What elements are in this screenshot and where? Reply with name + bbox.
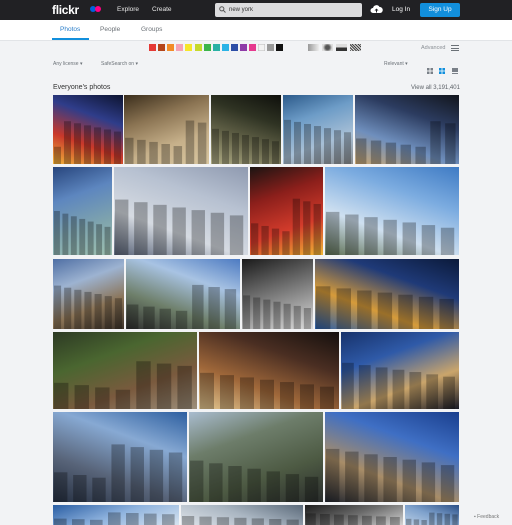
safesearch-dropdown[interactable]: SafeSearch on ▾ <box>101 61 138 67</box>
view-all-link[interactable]: View all 3,191,401 <box>411 85 460 91</box>
upload-cloud-icon[interactable] <box>370 4 383 15</box>
color-swatch[interactable] <box>176 44 184 51</box>
photo-thumbnail[interactable] <box>53 332 197 409</box>
photo-thumbnail[interactable] <box>181 505 303 525</box>
justified-view-icon[interactable] <box>439 61 445 74</box>
photo-thumbnail[interactable] <box>211 95 281 164</box>
color-swatch[interactable] <box>276 44 284 51</box>
color-swatch[interactable] <box>212 44 220 51</box>
photo-thumbnail[interactable] <box>199 332 339 409</box>
gradient-icon[interactable] <box>308 44 319 51</box>
color-swatch[interactable] <box>240 44 247 51</box>
photo-thumbnail[interactable] <box>53 412 187 502</box>
login-link[interactable]: Log In <box>392 6 410 13</box>
nav-explore[interactable]: Explore <box>117 6 139 13</box>
license-dropdown[interactable]: Any license ▾ <box>53 61 82 67</box>
feedback-button[interactable]: ▪ Feedback <box>474 514 499 520</box>
chevron-down-icon: ▾ <box>79 61 83 67</box>
photo-thumbnail[interactable] <box>355 95 459 164</box>
photo-thumbnail[interactable] <box>325 167 459 255</box>
color-swatch[interactable] <box>194 44 202 51</box>
minimalist-icon[interactable] <box>336 44 347 51</box>
photo-thumbnail[interactable] <box>124 95 209 164</box>
flickr-dots-icon[interactable] <box>90 5 102 14</box>
photo-thumbnail[interactable] <box>126 259 240 329</box>
search-input[interactable] <box>229 4 357 16</box>
search-icon <box>219 6 226 13</box>
feedback-label: Feedback <box>477 514 500 520</box>
menu-icon[interactable] <box>451 45 459 53</box>
photo-thumbnail[interactable] <box>405 505 459 525</box>
photo-thumbnail[interactable] <box>53 505 179 525</box>
search-box[interactable] <box>215 3 362 17</box>
photo-thumbnail[interactable] <box>325 412 459 502</box>
photo-thumbnail[interactable] <box>315 259 459 329</box>
color-swatch[interactable] <box>149 44 156 51</box>
photo-thumbnail[interactable] <box>114 167 248 255</box>
flickr-logo[interactable]: flickr <box>52 3 79 17</box>
color-swatch[interactable] <box>167 44 175 51</box>
advanced-link[interactable]: Advanced <box>421 45 445 51</box>
photo-thumbnail[interactable] <box>283 95 353 164</box>
sort-dropdown[interactable]: Relevant ▾ <box>384 61 408 67</box>
signup-button[interactable]: Sign Up <box>420 3 460 17</box>
license-label: Any license <box>53 61 79 67</box>
shallow-depth-icon[interactable] <box>322 44 333 51</box>
photo-thumbnail[interactable] <box>53 95 123 164</box>
color-swatch[interactable] <box>158 44 166 51</box>
photo-thumbnail[interactable] <box>242 259 313 329</box>
pattern-icon[interactable] <box>350 44 361 51</box>
active-tab-indicator <box>52 38 89 40</box>
grid-small-view-icon[interactable] <box>427 61 433 74</box>
color-swatch[interactable] <box>230 44 238 51</box>
chevron-down-icon: ▾ <box>135 61 138 67</box>
photo-thumbnail[interactable] <box>189 412 323 502</box>
safesearch-label: SafeSearch on <box>101 61 135 67</box>
detail-view-icon[interactable] <box>452 61 458 74</box>
color-swatch[interactable] <box>203 44 211 51</box>
speech-bubble-icon: ▪ <box>474 514 476 520</box>
photo-thumbnail[interactable] <box>53 259 124 329</box>
color-swatch[interactable] <box>249 44 257 51</box>
chevron-down-icon: ▾ <box>405 61 408 67</box>
color-swatch[interactable] <box>267 44 275 51</box>
color-swatch[interactable] <box>221 44 229 51</box>
tab-groups[interactable]: Groups <box>141 26 162 33</box>
color-swatch[interactable] <box>258 44 266 51</box>
results-title: Everyone's photos <box>53 84 111 91</box>
top-nav-bar: flickr Explore Create Log In Sign Up <box>0 0 512 20</box>
nav-create[interactable]: Create <box>152 6 172 13</box>
color-swatch[interactable] <box>185 44 193 51</box>
sort-label: Relevant <box>384 61 404 67</box>
tab-people[interactable]: People <box>100 26 120 33</box>
photo-thumbnail[interactable] <box>341 332 459 409</box>
photo-thumbnail[interactable] <box>250 167 323 255</box>
photo-thumbnail[interactable] <box>305 505 403 525</box>
tab-photos[interactable]: Photos <box>60 26 80 33</box>
photo-thumbnail[interactable] <box>53 167 112 255</box>
